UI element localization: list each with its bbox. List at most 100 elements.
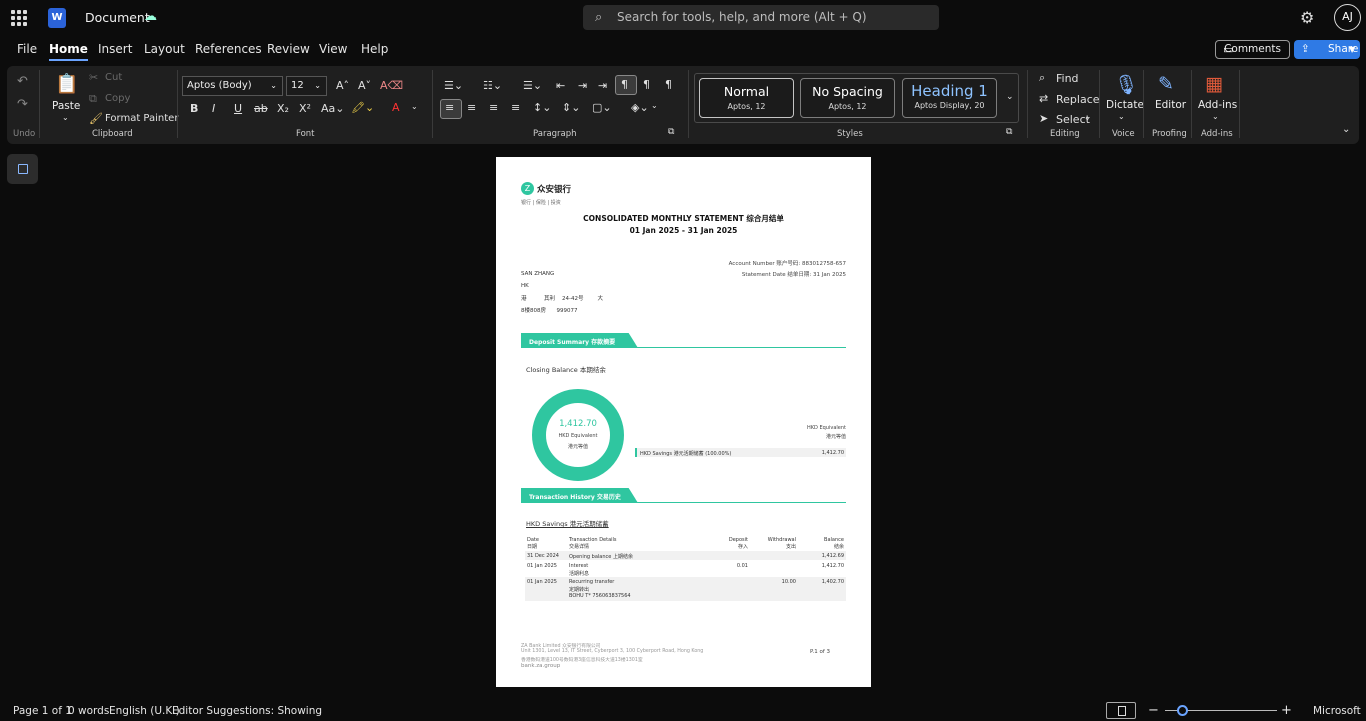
chevron-down-icon[interactable]: ⌄ [270, 77, 277, 95]
align-right-icon[interactable]: ≡ [489, 101, 498, 114]
pilcrow-icon[interactable]: ¶ [621, 78, 628, 91]
address-line: HK [521, 283, 529, 289]
shading-icon[interactable]: ◈⌄ [631, 101, 649, 114]
style-normal[interactable]: Normal Aptos, 12 [699, 78, 794, 118]
select-icon[interactable]: ➤ [1039, 112, 1048, 125]
tab-home[interactable]: Home [49, 42, 88, 61]
dialog-launcher-icon[interactable]: ⧉ [668, 127, 674, 137]
cut-icon[interactable]: ✂ [89, 71, 98, 84]
chevron-down-icon[interactable]: ⌄ [62, 113, 69, 122]
tab-review[interactable]: Review [267, 42, 310, 56]
style-heading-1[interactable]: Heading 1 Aptos Display, 20 [902, 78, 997, 118]
zoom-slider-knob[interactable] [1177, 705, 1188, 716]
numbering-icon[interactable]: ☷⌄ [483, 79, 502, 92]
footer-line: ZA Bank Limited 众安银行有限公司 [521, 644, 601, 649]
paste-icon[interactable]: 📋 [55, 72, 79, 95]
style-no-spacing[interactable]: No Spacing Aptos, 12 [800, 78, 895, 118]
settings-gear-icon[interactable]: ⚙ [1300, 8, 1314, 27]
chevron-down-icon[interactable]: ▼ [1349, 40, 1355, 59]
tab-layout[interactable]: Layout [144, 42, 185, 56]
line-spacing-icon[interactable]: ↕⌄ [533, 101, 551, 114]
highlight-icon[interactable]: 🖍⌄ [351, 101, 374, 114]
print-layout-button[interactable] [1106, 702, 1136, 719]
superscript-icon[interactable]: X² [299, 102, 311, 115]
underline-icon[interactable]: U [234, 102, 242, 115]
microphone-icon[interactable]: 🎙 [1114, 73, 1138, 96]
subscript-icon[interactable]: X₂ [277, 102, 289, 115]
document-page[interactable]: Z 众安银行 银行 | 保险 | 投资 CONSOLIDATED MONTHLY… [496, 157, 871, 687]
undo-icon[interactable]: ↶ [17, 74, 28, 89]
separator [432, 70, 433, 138]
clear-formatting-icon[interactable]: A⌫ [380, 79, 403, 92]
font-color-icon[interactable]: A [392, 101, 400, 114]
navigation-pane-button[interactable] [7, 154, 38, 184]
page-count[interactable]: Page 1 of 1 [13, 705, 72, 717]
editor-button[interactable]: Editor [1155, 99, 1186, 111]
font-group-label: Font [296, 129, 315, 139]
align-left-icon[interactable]: ≡ [445, 101, 454, 114]
strikethrough-icon[interactable]: ab [254, 102, 268, 115]
chevron-down-icon[interactable]: ⌄ [651, 101, 658, 110]
font-size-field[interactable]: 12 ⌄ [286, 76, 327, 96]
zoom-in-icon[interactable]: + [1281, 703, 1292, 718]
paragraph-spacing-icon[interactable]: ⇕⌄ [562, 101, 580, 114]
cut-button[interactable]: Cut [105, 72, 122, 83]
chevron-down-icon[interactable]: ⌄ [1212, 112, 1219, 121]
bold-icon[interactable]: B [190, 102, 198, 115]
word-count[interactable]: 0 words [68, 705, 109, 717]
chevron-down-icon[interactable]: ⌄ [411, 102, 418, 111]
format-painter-icon[interactable]: 🖌 [89, 112, 103, 125]
change-case-icon[interactable]: Aa⌄ [321, 102, 344, 115]
shrink-font-icon[interactable]: A˅ [358, 79, 371, 92]
language[interactable]: English (U.K.) [109, 705, 180, 717]
cloud-saved-icon[interactable]: ☁ [144, 9, 157, 24]
redo-icon[interactable]: ↷ [17, 97, 28, 112]
tab-references[interactable]: References [195, 42, 262, 56]
format-painter-button[interactable]: Format Painter [105, 113, 178, 124]
collapse-ribbon-icon[interactable]: ⌄ [1342, 124, 1350, 135]
avatar[interactable]: AJ [1334, 4, 1361, 31]
copy-button[interactable]: Copy [105, 93, 130, 104]
increase-indent-icon[interactable]: ⇥ [578, 79, 587, 92]
tab-help[interactable]: Help [361, 42, 388, 56]
find-icon[interactable]: ⌕ [1039, 71, 1045, 85]
multilevel-list-icon[interactable]: ☰⌄ [523, 79, 542, 92]
dialog-launcher-icon[interactable]: ⧉ [1006, 127, 1012, 137]
ltr-icon[interactable]: ⇥ [598, 79, 607, 92]
bullets-icon[interactable]: ☰⌄ [444, 79, 463, 92]
replace-button[interactable]: Replace [1056, 93, 1100, 106]
tab-insert[interactable]: Insert [98, 42, 132, 56]
zoom-out-icon[interactable]: − [1148, 703, 1159, 718]
find-button[interactable]: Find [1056, 72, 1079, 85]
search-box[interactable]: ⌕ Search for tools, help, and more (Alt … [583, 5, 939, 30]
borders-icon[interactable]: ▢⌄ [592, 101, 612, 114]
justify-icon[interactable]: ≡ [511, 101, 520, 114]
paste-button[interactable]: Paste [52, 100, 80, 112]
show-formatting-icon[interactable]: ¶ [665, 78, 672, 91]
grow-font-icon[interactable]: A˄ [336, 79, 349, 92]
rtl-icon[interactable]: ¶ [643, 78, 650, 91]
editor-icon[interactable]: ✎ [1158, 73, 1174, 95]
addins-icon[interactable]: ▦ [1205, 73, 1223, 95]
chevron-down-icon[interactable]: ⌄ [1084, 113, 1091, 122]
decrease-indent-icon[interactable]: ⇤ [556, 79, 565, 92]
replace-icon[interactable]: ⇄ [1039, 92, 1048, 105]
statement-title: CONSOLIDATED MONTHLY STATEMENT 综合月结单 [583, 214, 784, 223]
document-title[interactable]: Document [85, 10, 150, 25]
addins-button[interactable]: Add-ins [1198, 99, 1237, 111]
tab-file[interactable]: File [17, 42, 37, 56]
align-center-icon[interactable]: ≡ [467, 101, 476, 114]
chevron-down-icon[interactable]: ⌄ [314, 77, 321, 95]
app-launcher-icon[interactable] [11, 10, 27, 26]
tab-view[interactable]: View [319, 42, 347, 56]
comments-button[interactable]: ▭ Comments [1215, 40, 1290, 59]
chevron-down-icon[interactable]: ⌄ [1118, 112, 1125, 121]
editing-group-label: Editing [1050, 129, 1080, 139]
copy-icon[interactable]: ⧉ [89, 92, 97, 106]
font-name-field[interactable]: Aptos (Body) ⌄ [182, 76, 283, 96]
styles-more-icon[interactable]: ⌄ [1006, 92, 1014, 102]
dictate-button[interactable]: Dictate [1106, 99, 1144, 111]
editor-suggestions[interactable]: Editor Suggestions: Showing [172, 705, 322, 717]
share-button[interactable]: ⇪ Share ▼ [1294, 40, 1360, 59]
italic-icon[interactable]: I [212, 102, 215, 115]
